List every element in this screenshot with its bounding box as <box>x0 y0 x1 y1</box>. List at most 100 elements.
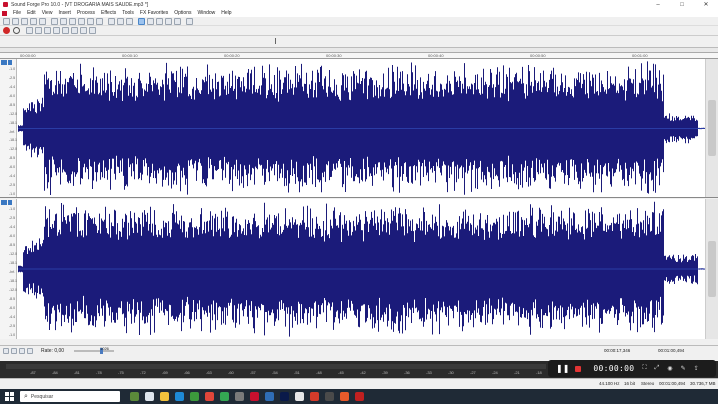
word-icon[interactable] <box>265 392 274 401</box>
channel-left-mute-button[interactable] <box>8 60 12 65</box>
menu-view[interactable]: View <box>39 10 56 16</box>
go-to-end-button[interactable] <box>89 27 96 34</box>
pen-icon[interactable]: ✎ <box>681 365 686 372</box>
waveform-left[interactable] <box>18 59 705 197</box>
photoshop-icon[interactable] <box>280 392 289 401</box>
taskbar-search-box[interactable]: ⌕ Pesquisar <box>20 391 120 402</box>
meter-label: -36 <box>404 370 410 375</box>
stop-button[interactable] <box>53 27 60 34</box>
excel-icon[interactable] <box>190 392 199 401</box>
render-button[interactable] <box>39 17 46 25</box>
event-tool-button[interactable] <box>174 17 181 25</box>
file-explorer-icon[interactable] <box>160 392 169 401</box>
meter-label: -63 <box>206 370 212 375</box>
chrome-alt-icon[interactable] <box>295 392 304 401</box>
share-icon[interactable]: ⇪ <box>694 365 699 372</box>
menu-fx-favorites[interactable]: FX Favorites <box>137 10 171 16</box>
app-icon-red[interactable] <box>205 392 214 401</box>
obs-icon[interactable] <box>325 392 334 401</box>
open-file-button[interactable] <box>12 17 19 25</box>
paste-button[interactable] <box>69 17 76 25</box>
menu-insert[interactable]: Insert <box>55 10 74 16</box>
maximize-button[interactable]: □ <box>670 0 694 9</box>
landscape-widget-icon[interactable] <box>130 392 139 401</box>
cursor-position: 00:00:17,346 <box>604 348 631 353</box>
app-icon-dark-red[interactable] <box>355 392 364 401</box>
meter-label: -42 <box>360 370 366 375</box>
magnify-tool-button[interactable] <box>147 17 154 25</box>
menu-process[interactable]: Process <box>74 10 98 16</box>
pencil-tool-button[interactable] <box>156 17 163 25</box>
db-label: -18.1 <box>9 261 17 265</box>
trim-button[interactable] <box>87 17 94 25</box>
zoom-in-button[interactable] <box>11 347 17 354</box>
scroll-thumb[interactable] <box>708 100 716 156</box>
play-button[interactable] <box>35 27 42 34</box>
status-bar: 44.100 Hz 16 bit Stereo 00:01:00,494 30.… <box>0 378 718 388</box>
meter-label: -57 <box>250 370 256 375</box>
minimize-button[interactable]: – <box>646 0 670 9</box>
sound-forge-taskbar-icon[interactable] <box>250 392 259 401</box>
forward-button[interactable] <box>80 27 87 34</box>
loop-button[interactable] <box>13 27 20 34</box>
copy-button[interactable] <box>60 17 67 25</box>
save-as-button[interactable] <box>30 17 37 25</box>
channel-right-mute-button[interactable] <box>8 200 12 205</box>
envelope-tool-button[interactable] <box>165 17 172 25</box>
settings-icon[interactable] <box>235 392 244 401</box>
screenshot-icon[interactable]: ⛶ <box>642 365 646 372</box>
meter-label: -45 <box>338 370 344 375</box>
rewind-button[interactable] <box>71 27 78 34</box>
menu-help[interactable]: Help <box>218 10 234 16</box>
stop-recording-icon[interactable] <box>575 365 582 372</box>
menu-tools[interactable]: Tools <box>119 10 137 16</box>
record-button[interactable] <box>3 27 10 34</box>
cut-button[interactable] <box>51 17 58 25</box>
channel-right-select-button[interactable] <box>1 200 7 205</box>
waveform-right[interactable] <box>18 199 705 339</box>
windows-taskbar: ⌕ Pesquisar <box>0 389 718 404</box>
total-length: 00:01:00,494 <box>658 348 685 353</box>
fullscreen-icon[interactable]: ⤢ <box>655 365 660 372</box>
vertical-zoom-scrollbar[interactable] <box>705 59 718 197</box>
save-button[interactable] <box>21 17 28 25</box>
mute-button[interactable] <box>96 17 103 25</box>
menu-file[interactable]: File <box>10 10 24 16</box>
menu-options[interactable]: Options <box>171 10 194 16</box>
close-button[interactable]: ✕ <box>694 0 718 9</box>
meter-label: -54 <box>272 370 278 375</box>
scroll-thumb[interactable] <box>708 241 716 297</box>
edge-icon[interactable] <box>175 392 184 401</box>
pause-recording-icon[interactable]: ❚❚ <box>556 364 569 373</box>
windows-start-icon[interactable] <box>5 392 14 401</box>
play-all-button[interactable] <box>26 27 33 34</box>
channel-left-header: -1.0 -2.5 -4.4 -6.0 -8.5 -12.0 -18.1 -Inf. -18.1… <box>0 59 17 197</box>
vertical-zoom-scrollbar[interactable] <box>705 199 718 339</box>
pause-button[interactable] <box>44 27 51 34</box>
chrome-icon[interactable] <box>220 392 229 401</box>
db-label: -4.4 <box>9 84 16 89</box>
menu-window[interactable]: Window <box>194 10 218 16</box>
camera-icon[interactable]: ◉ <box>667 365 672 372</box>
repeat-button[interactable] <box>126 17 133 25</box>
new-file-button[interactable] <box>3 17 10 25</box>
task-view-icon[interactable] <box>145 392 154 401</box>
menu-edit[interactable]: Edit <box>24 10 39 16</box>
go-to-start-button[interactable] <box>62 27 69 34</box>
edit-tool-button[interactable] <box>138 17 145 25</box>
scrub-play-button[interactable] <box>19 347 25 354</box>
zoom-out-button[interactable] <box>3 347 9 354</box>
db-label: -8.5 <box>9 297 16 301</box>
meter-label: -24 <box>492 370 498 375</box>
search-placeholder: Pesquisar <box>30 393 54 400</box>
mix-button[interactable] <box>78 17 85 25</box>
menu-effects[interactable]: Effects <box>98 10 119 16</box>
channel-left-select-button[interactable] <box>1 60 7 65</box>
scrub-loop-button[interactable] <box>27 347 33 354</box>
refresh-button[interactable] <box>186 17 193 25</box>
redo-button[interactable] <box>117 17 124 25</box>
record-app-icon[interactable] <box>310 392 319 401</box>
media-app-icon[interactable] <box>340 392 349 401</box>
undo-button[interactable] <box>108 17 115 25</box>
db-label: -8.5 <box>9 156 16 161</box>
